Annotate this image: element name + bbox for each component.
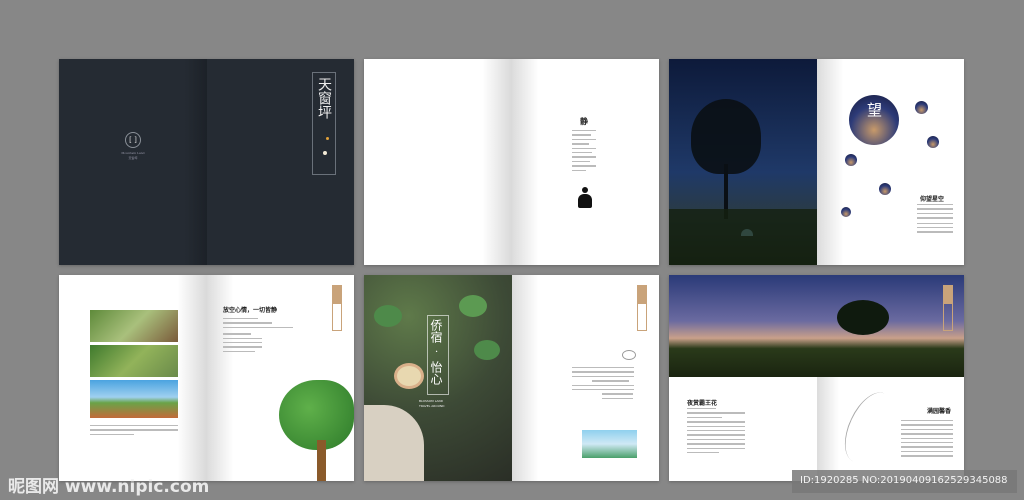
page-left	[364, 59, 512, 265]
right-heading: 满园馨香	[927, 408, 952, 415]
circle-title: 望	[867, 101, 883, 119]
photo	[90, 345, 178, 377]
section-tab	[637, 285, 647, 331]
section-heading: 仰望星空	[920, 196, 945, 203]
section-tab	[943, 285, 953, 331]
tea-photo: 侨宿 · 怡心 BLOSSOM LAND TRAVEL AROUND	[364, 275, 512, 481]
sun-dot-icon	[326, 137, 329, 140]
brochure-spread-lodging: 侨宿 · 怡心 BLOSSOM LAND TRAVEL AROUND	[364, 275, 659, 481]
page-right: 静	[512, 59, 659, 265]
logo-cn: 天窗坪	[128, 156, 138, 160]
brochure-spread-night-flowers: 夜赏霸王花 满园馨香	[669, 275, 964, 481]
body-text	[223, 318, 293, 355]
subtitle-2: TRAVEL AROUND	[419, 404, 445, 408]
left-heading: 夜赏霸王花	[687, 400, 718, 407]
lily-pad	[474, 340, 500, 360]
cover-title: 天窗坪	[316, 77, 332, 119]
teacup	[394, 363, 424, 389]
brochure-spread-tranquility: 静	[364, 59, 659, 265]
star-circle	[927, 136, 939, 148]
section-tab	[332, 285, 342, 331]
moon-icon	[323, 151, 327, 155]
brochure-spread-stargazing: 望 仰望星空	[669, 59, 964, 265]
lodging-title-1: 侨宿	[429, 319, 443, 343]
caption-text	[90, 425, 178, 438]
star-circle	[879, 183, 891, 195]
meditation-figure-icon	[577, 187, 593, 209]
photo	[90, 380, 178, 418]
star-circle	[915, 101, 928, 114]
photo	[90, 310, 178, 342]
brochure-spread-cover: [ ] Mountain Land 天窗坪 天窗坪	[59, 59, 354, 265]
star-circle	[845, 154, 857, 166]
lodging-title-2: 怡心	[429, 361, 443, 385]
lily-pad	[459, 295, 487, 317]
tree-silhouette	[837, 300, 889, 335]
page-right	[512, 275, 659, 481]
page-left	[59, 275, 207, 481]
illustration-photo	[582, 430, 637, 458]
page-right: 放空心情，一切皆静	[207, 275, 354, 481]
logo-icon: [ ]	[125, 132, 141, 148]
poem-text	[572, 130, 596, 174]
page-title: 静	[580, 116, 588, 126]
cover-back: [ ] Mountain Land 天窗坪	[59, 59, 207, 265]
body-text	[917, 204, 953, 236]
watermark-site: 昵图网 www.nipic.com	[8, 477, 210, 497]
night-sky-photo	[669, 59, 817, 265]
body-text	[572, 367, 634, 402]
lodging-title-dot: ·	[435, 347, 439, 358]
teapot-icon	[622, 350, 636, 360]
brochure-spread-relax: 放空心情，一切皆静	[59, 275, 354, 481]
left-body-text	[687, 408, 745, 456]
page-right: 望 仰望星空	[817, 59, 964, 265]
right-body-text	[901, 420, 953, 460]
logo-en: Mountain Land	[121, 151, 145, 155]
lily-pad	[374, 305, 402, 327]
panorama-photo	[669, 275, 964, 377]
section-heading: 放空心情，一切皆静	[223, 307, 278, 314]
star-circle	[841, 207, 851, 217]
tree-silhouette	[691, 99, 761, 174]
cover-front: 天窗坪	[207, 59, 354, 265]
watermark-id: ID:1920285 NO:20190409162529345088	[800, 475, 1008, 486]
